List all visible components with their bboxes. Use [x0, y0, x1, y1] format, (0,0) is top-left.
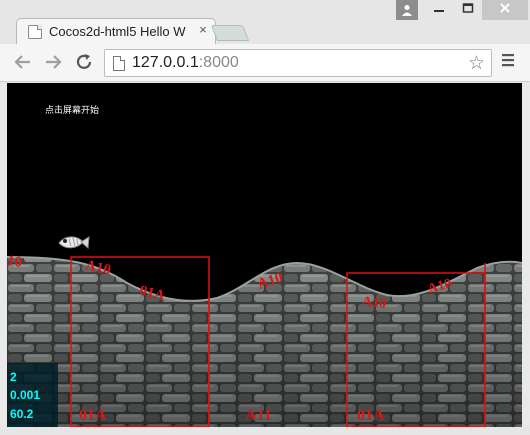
window-bottom-frame [0, 427, 530, 435]
terrain-label: A10 [361, 294, 387, 311]
terrain-label: 10 [7, 253, 23, 271]
browser-titlebar: Cocos2d-html5 Hello W × [0, 0, 530, 44]
reload-icon[interactable] [73, 52, 95, 76]
debug-stats-panel: 2 0.001 60.2 [7, 363, 58, 427]
new-tab-button[interactable] [210, 25, 250, 41]
url-port: :8000 [198, 54, 239, 71]
url-text[interactable]: 127.0.0.1:8000 [132, 54, 239, 72]
draw-calls-stat: 2 [10, 370, 17, 384]
maximize-icon[interactable] [455, 0, 481, 20]
terrain-label: A11 [245, 407, 272, 424]
terrain-label: 01A [79, 407, 107, 424]
game-scene: 10 A10 01A A10 A10 01A A11 01A A10 [7, 236, 522, 427]
browser-toolbar: 127.0.0.1:8000 ☆ [0, 44, 530, 82]
tab-title: Cocos2d-html5 Hello W [49, 24, 186, 39]
page-favicon-icon [28, 25, 42, 39]
address-bar[interactable]: 127.0.0.1:8000 ☆ [104, 49, 492, 77]
close-icon[interactable] [482, 0, 528, 20]
terrain-label: 01A [357, 407, 385, 424]
forward-arrow-icon[interactable] [42, 52, 64, 77]
start-hint-text: 点击屏幕开始 [45, 105, 100, 115]
frame-time-stat: 0.001 [10, 388, 41, 402]
page-icon [113, 56, 125, 71]
browser-tab[interactable]: Cocos2d-html5 Hello W × [16, 18, 216, 44]
tab-close-icon[interactable]: × [195, 22, 211, 37]
fps-stat: 60.2 [10, 407, 34, 421]
back-arrow-icon[interactable] [12, 52, 34, 77]
game-canvas[interactable]: 10 A10 01A A10 A10 01A A11 01A A10 点击屏幕开… [7, 83, 522, 427]
url-host: 127.0.0.1 [132, 54, 199, 71]
user-icon[interactable] [396, 0, 418, 20]
minimize-icon[interactable] [426, 0, 452, 20]
fish-sprite [58, 236, 90, 250]
hamburger-menu-icon[interactable] [498, 52, 518, 72]
star-icon[interactable]: ☆ [468, 52, 485, 75]
